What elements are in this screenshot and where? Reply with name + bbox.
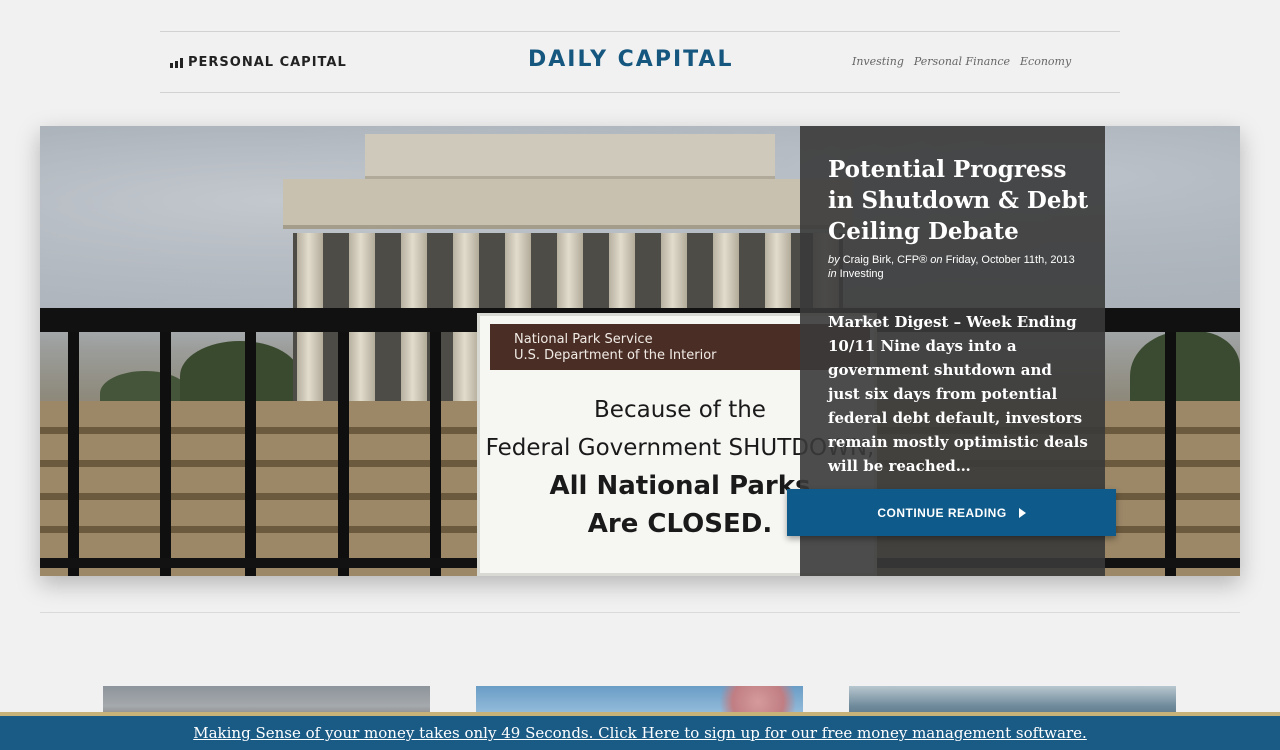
bar-chart-icon — [170, 57, 183, 68]
nav-item-personal-finance[interactable]: Personal Finance — [914, 55, 1010, 68]
nav-item-economy[interactable]: Economy — [1020, 55, 1071, 68]
category-nav: Investing Personal Finance Economy — [852, 55, 1071, 68]
arrow-right-icon — [1018, 507, 1026, 518]
fence-post — [245, 332, 256, 576]
nav-item-investing[interactable]: Investing — [852, 55, 904, 68]
personal-capital-logo[interactable]: PERSONAL CAPITAL — [170, 55, 347, 70]
site-header: PERSONAL CAPITAL DAILY CAPITAL Investing… — [160, 31, 1120, 93]
article-date: Friday, October 11th, 2013 — [945, 254, 1075, 266]
article-excerpt: Market Digest – Week Ending 10/11 Nine d… — [828, 313, 1088, 475]
fence-post — [160, 332, 171, 576]
category-link[interactable]: Investing — [840, 268, 884, 280]
fence-post — [68, 332, 79, 576]
continue-reading-label: CONTINUE READING — [877, 505, 1007, 520]
fence-post — [338, 332, 349, 576]
article-title[interactable]: Potential Progress in Shutdown & Debt Ce… — [828, 154, 1093, 247]
author-link[interactable]: Craig Birk, CFP® — [843, 254, 928, 266]
brand-label: PERSONAL CAPITAL — [188, 55, 347, 70]
fence-post — [1165, 332, 1176, 576]
signup-banner: Making Sense of your money takes only 49… — [0, 712, 1280, 750]
article-byline: by Craig Birk, CFP® on Friday, October 1… — [828, 254, 1075, 280]
signup-link[interactable]: Making Sense of your money takes only 49… — [193, 724, 1087, 742]
fence-post — [430, 332, 441, 576]
section-divider — [40, 612, 1240, 613]
continue-reading-button[interactable]: CONTINUE READING — [787, 489, 1116, 536]
site-title[interactable]: DAILY CAPITAL — [528, 47, 733, 72]
